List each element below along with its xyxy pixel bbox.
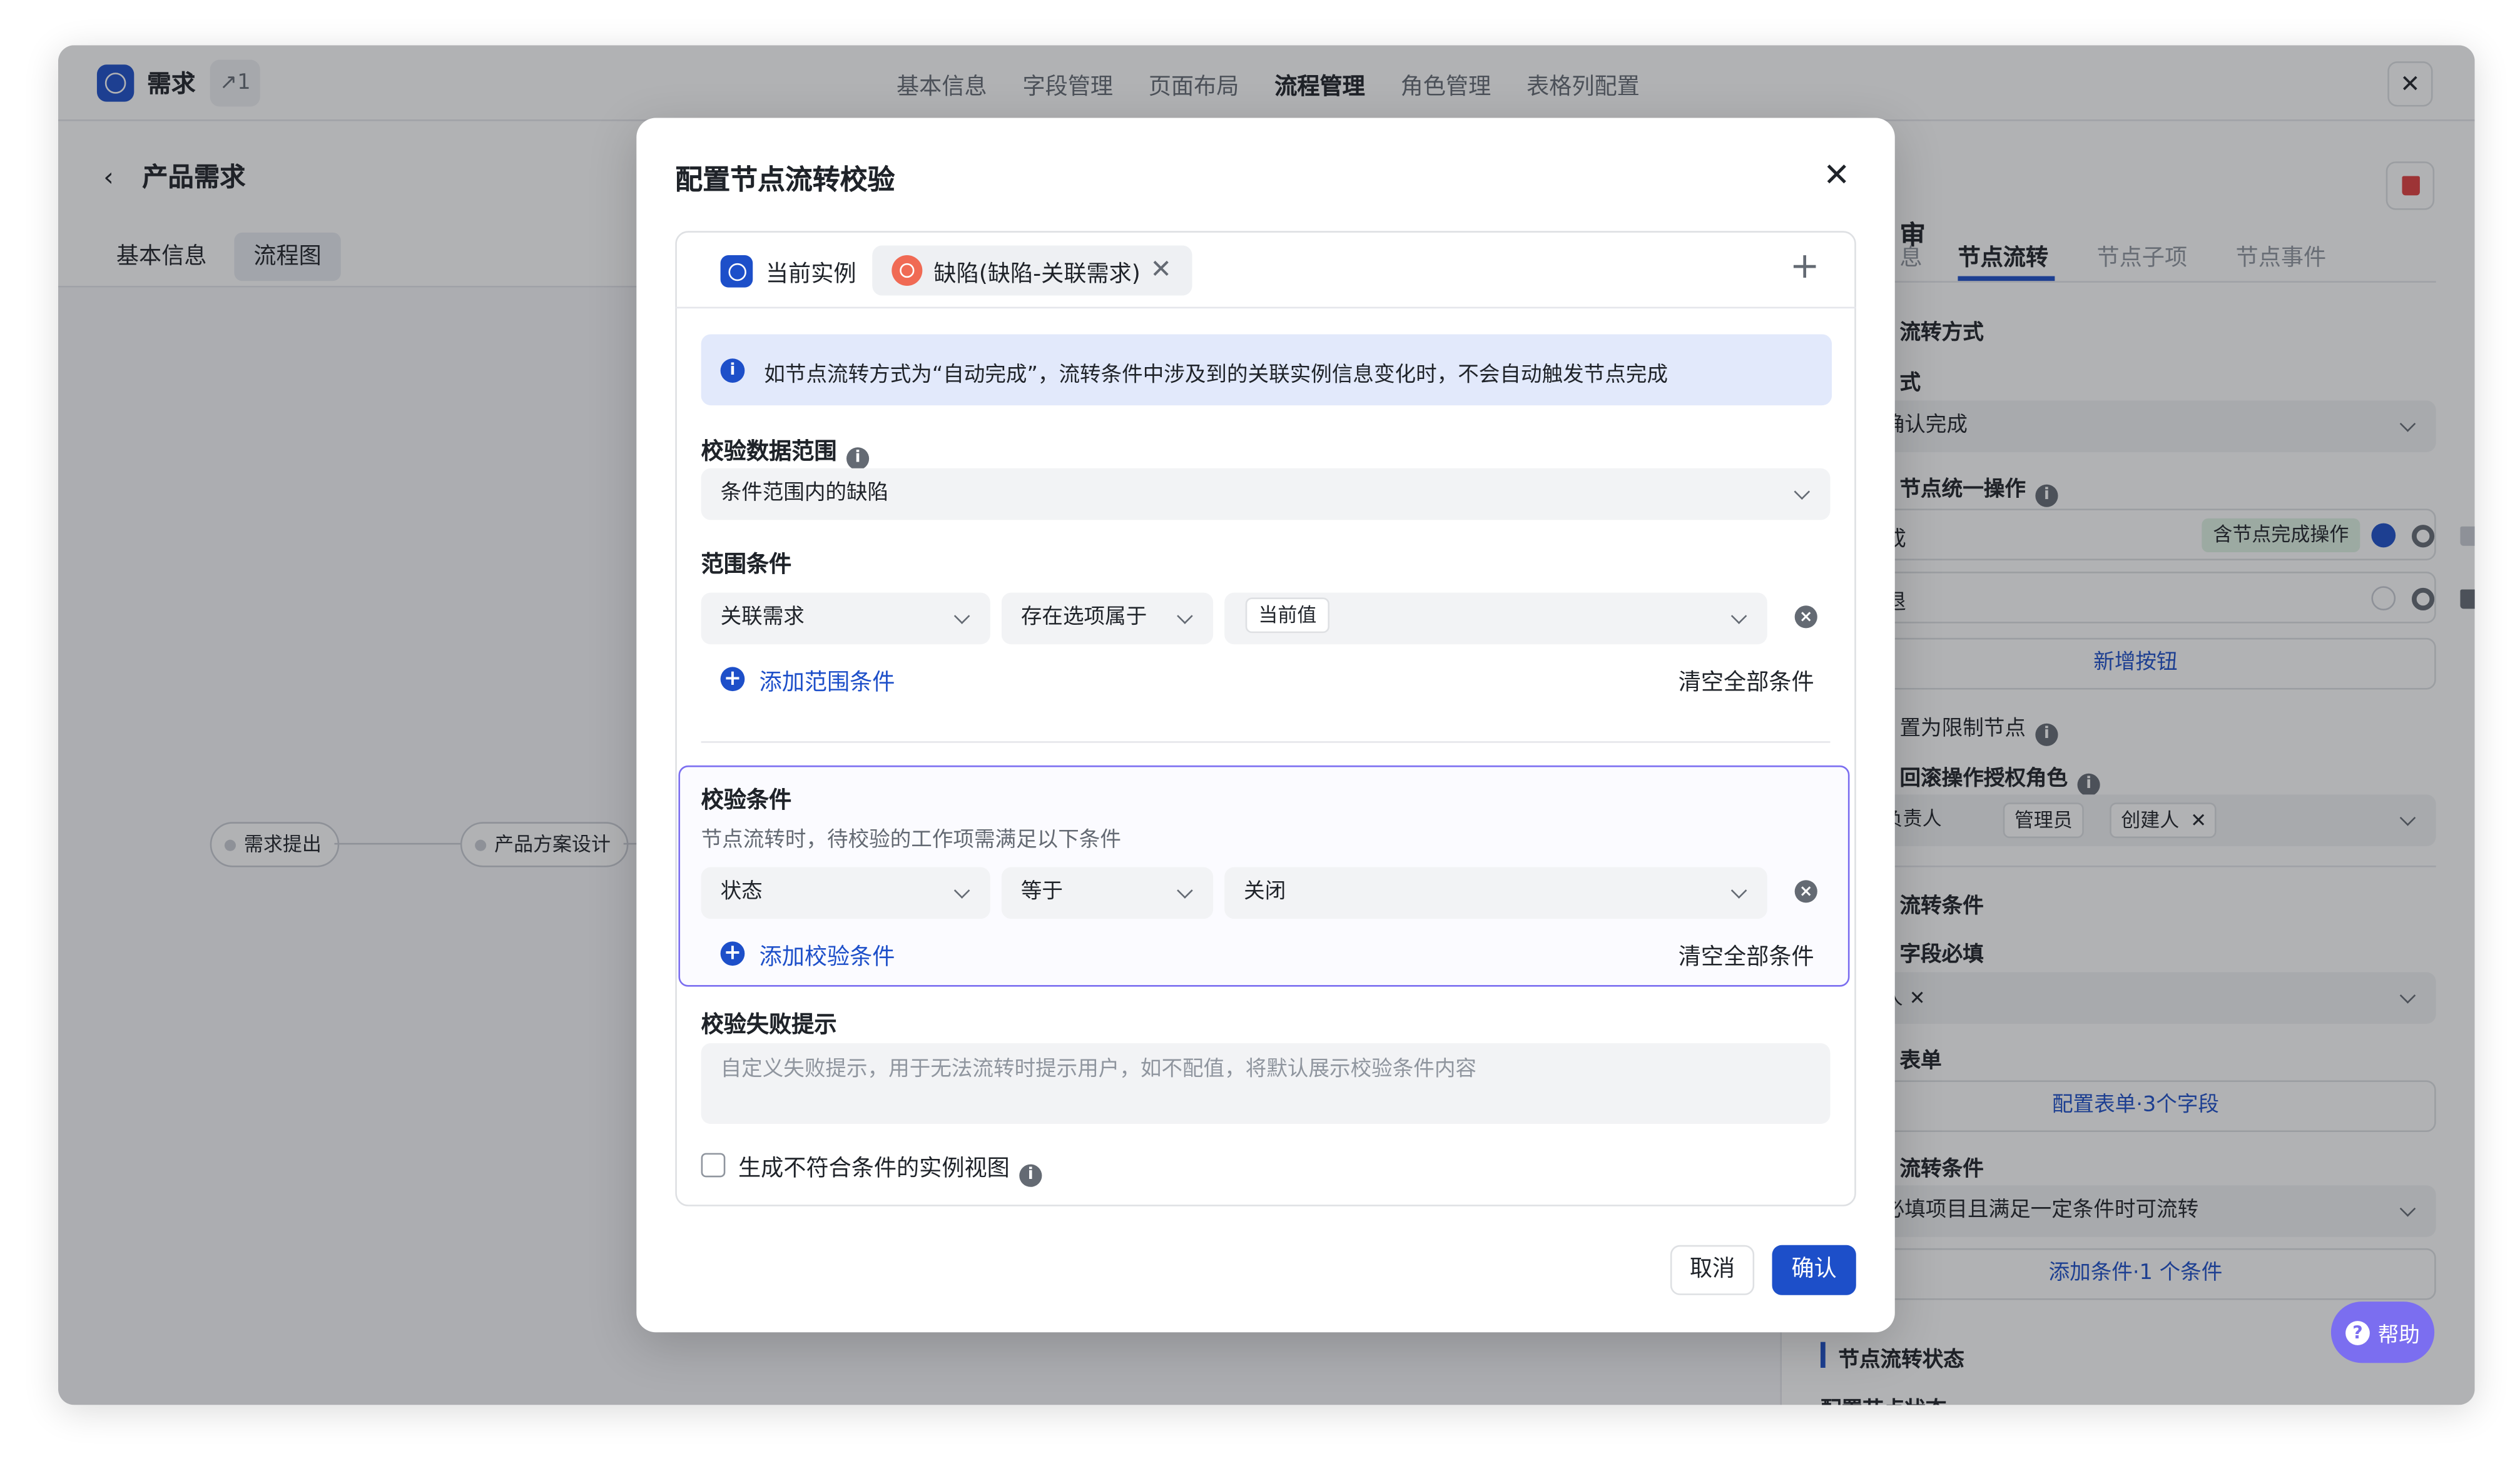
fail-tip-label: 校验失败提示 — [701, 1012, 837, 1039]
scope-label: 校验数据范围 i — [701, 435, 870, 470]
check-desc: 节点流转时，待校验的工作项需满足以下条件 — [701, 828, 1121, 853]
add-range-condition-link[interactable]: 添加范围条件 — [760, 665, 895, 698]
clear-check-conditions-link[interactable]: 清空全部条件 — [1679, 940, 1814, 973]
add-icon[interactable]: + — [720, 667, 745, 692]
fail-tip-input[interactable]: 自定义失败提示，用于无法流转时提示用户，如不配值，将默认展示校验条件内容 — [701, 1043, 1831, 1125]
range-operator-select[interactable]: 存在选项属于 — [1001, 592, 1214, 645]
generate-view-checkbox[interactable] — [701, 1153, 726, 1178]
remove-condition-icon[interactable]: × — [1794, 880, 1817, 903]
info-icon: i — [720, 358, 745, 383]
chevron-down-icon — [1794, 483, 1811, 500]
check-field-select[interactable]: 状态 — [701, 867, 990, 919]
info-icon: i — [1019, 1163, 1042, 1186]
scope-select[interactable]: 条件范围内的缺陷 — [701, 468, 1831, 520]
clear-range-conditions-link[interactable]: 清空全部条件 — [1679, 665, 1814, 698]
chevron-down-icon — [953, 608, 970, 624]
section-divider — [701, 741, 1831, 743]
current-value-tag: 当前值 — [1245, 597, 1330, 634]
remove-condition-icon[interactable]: × — [1794, 605, 1817, 629]
check-label: 校验条件 — [701, 788, 792, 814]
modal-close-button[interactable]: ✕ — [1812, 150, 1861, 198]
close-icon: ✕ — [1823, 154, 1851, 194]
generate-view-label: 生成不符合条件的实例视图 i — [738, 1151, 1042, 1186]
modal-title: 配置节点流转校验 — [675, 164, 895, 198]
chevron-down-icon — [1177, 608, 1193, 624]
chevron-down-icon — [1177, 882, 1193, 899]
add-check-condition-link[interactable]: 添加校验条件 — [760, 940, 895, 973]
tab-related-defect-label: 缺陷(缺陷-关联需求) — [933, 261, 1141, 288]
defect-icon — [892, 255, 923, 286]
range-field-select[interactable]: 关联需求 — [701, 592, 990, 645]
confirm-button[interactable]: 确认 — [1772, 1245, 1856, 1295]
chevron-down-icon — [1730, 882, 1747, 899]
current-instance-icon — [720, 255, 753, 288]
add-icon[interactable]: + — [720, 941, 745, 966]
chevron-down-icon — [953, 882, 970, 899]
add-tab-icon[interactable]: + — [1790, 250, 1820, 286]
cancel-button[interactable]: 取消 — [1670, 1245, 1755, 1295]
tab-current-instance[interactable]: 当前实例 — [766, 257, 856, 290]
check-operator-select[interactable]: 等于 — [1001, 867, 1214, 919]
chevron-down-icon — [1730, 608, 1747, 624]
help-button[interactable]: ? 帮助 — [2330, 1302, 2435, 1363]
check-value-select[interactable]: 关闭 — [1224, 867, 1767, 919]
question-icon: ? — [2345, 1320, 2370, 1345]
range-label: 范围条件 — [701, 552, 792, 579]
close-icon[interactable]: ✕ — [1150, 253, 1172, 284]
alert-text: 如节点流转方式为“自动完成”，流转条件中涉及到的关联实例信息变化时，不会自动触发… — [764, 363, 1668, 388]
info-icon: i — [846, 446, 870, 470]
config-validation-modal: 配置节点流转校验 ✕ 当前实例 缺陷(缺陷-关联需求) ✕ + i 如节点流转方… — [636, 118, 1895, 1333]
